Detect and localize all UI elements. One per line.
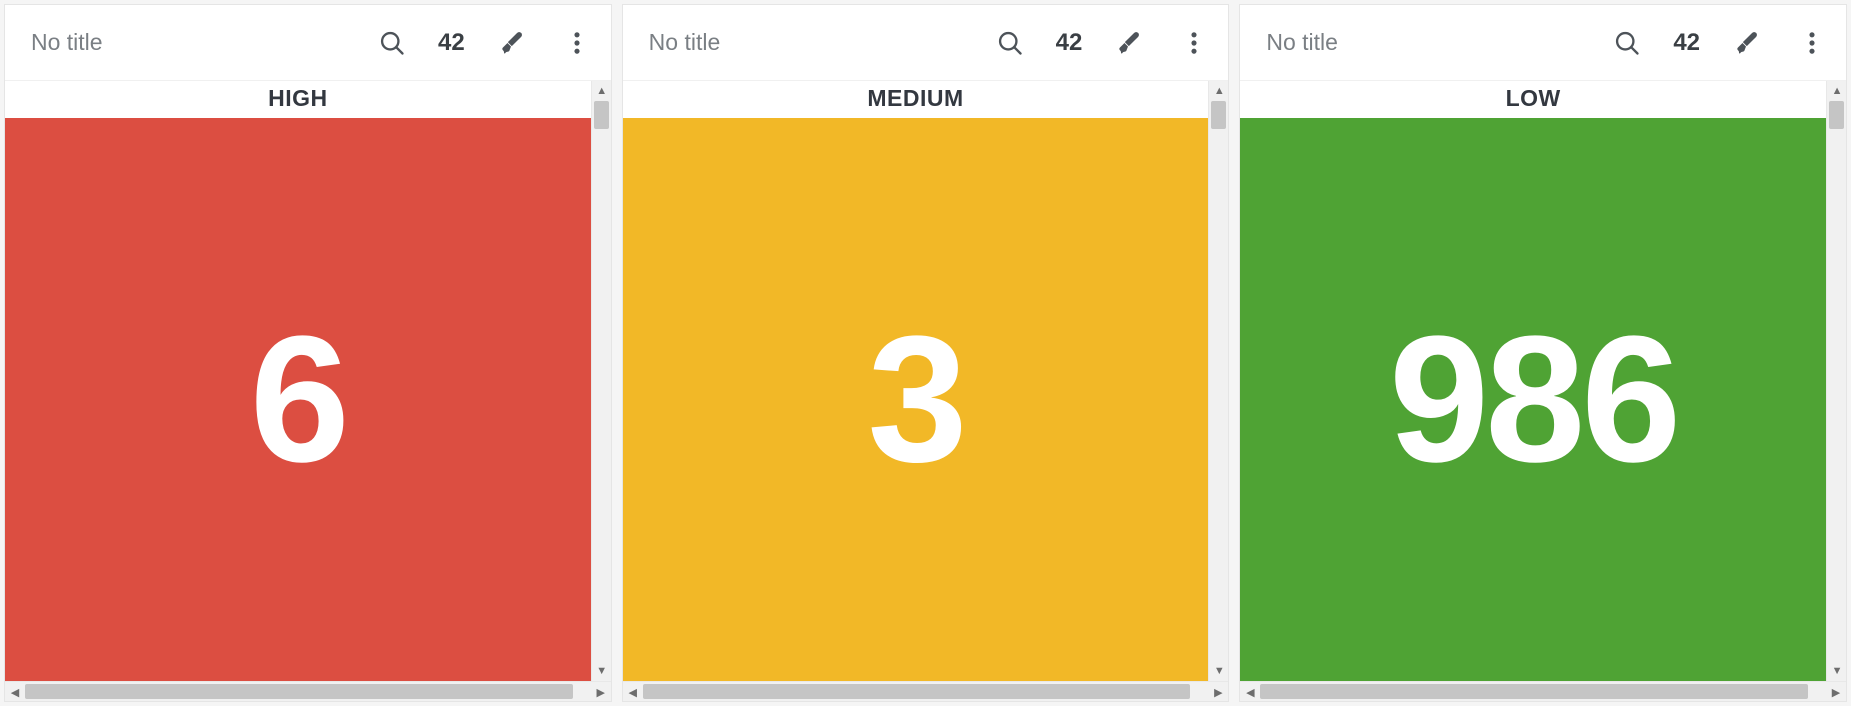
value-tile[interactable]: 986 — [1240, 118, 1826, 681]
value-number: 986 — [1389, 310, 1677, 490]
scroll-right-icon[interactable]: ▶ — [1208, 682, 1228, 702]
scroll-thumb[interactable] — [594, 101, 609, 129]
horizontal-scrollbar[interactable]: ◀▶ — [5, 681, 611, 701]
scroll-thumb[interactable] — [643, 684, 1191, 699]
panel-header: No title 42 — [1240, 5, 1846, 81]
scroll-thumb[interactable] — [1829, 101, 1844, 129]
scroll-right-icon[interactable]: ▶ — [1826, 682, 1846, 702]
severity-label: HIGH — [5, 81, 591, 118]
panel-body: HIGH6▲▼◀▶ — [5, 81, 611, 701]
scroll-track[interactable] — [25, 682, 591, 701]
value-tile[interactable]: 6 — [5, 118, 591, 681]
scroll-up-icon[interactable]: ▲ — [1209, 81, 1229, 101]
panel-body: LOW986▲▼◀▶ — [1240, 81, 1846, 701]
more-vertical-icon[interactable] — [557, 23, 597, 63]
panel-body: MEDIUM3▲▼◀▶ — [623, 81, 1229, 701]
result-count[interactable]: 42 — [1673, 29, 1700, 57]
content-area: MEDIUM 3 — [623, 81, 1209, 681]
scroll-track[interactable] — [1260, 682, 1826, 701]
scroll-left-icon[interactable]: ◀ — [5, 682, 25, 702]
panel-title: No title — [649, 29, 964, 56]
vertical-scrollbar[interactable]: ▲▼ — [1826, 81, 1846, 681]
scroll-left-icon[interactable]: ◀ — [623, 682, 643, 702]
severity-label: LOW — [1240, 81, 1826, 118]
scroll-thumb[interactable] — [25, 684, 573, 699]
scroll-up-icon[interactable]: ▲ — [592, 81, 612, 101]
scroll-down-icon[interactable]: ▼ — [1209, 661, 1229, 681]
vertical-scrollbar[interactable]: ▲▼ — [1208, 81, 1228, 681]
panel-title: No title — [1266, 29, 1581, 56]
scroll-track[interactable] — [1209, 101, 1228, 661]
scroll-track[interactable] — [592, 101, 611, 661]
search-icon[interactable] — [990, 23, 1030, 63]
dashboard-panel: No title42HIGH6▲▼◀▶ — [4, 4, 612, 702]
content-area: HIGH 6 — [5, 81, 591, 681]
value-number: 6 — [250, 310, 346, 490]
scroll-down-icon[interactable]: ▼ — [592, 661, 612, 681]
result-count[interactable]: 42 — [1056, 29, 1083, 57]
value-number: 3 — [867, 310, 963, 490]
panel-header: No title 42 — [623, 5, 1229, 81]
scroll-thumb[interactable] — [1211, 101, 1226, 129]
dashboard-panel: No title42MEDIUM3▲▼◀▶ — [622, 4, 1230, 702]
scroll-track[interactable] — [1827, 101, 1846, 661]
brush-icon[interactable] — [1108, 23, 1148, 63]
horizontal-scrollbar[interactable]: ◀▶ — [1240, 681, 1846, 701]
horizontal-scrollbar[interactable]: ◀▶ — [623, 681, 1229, 701]
scroll-down-icon[interactable]: ▼ — [1827, 661, 1847, 681]
scroll-thumb[interactable] — [1260, 684, 1808, 699]
search-icon[interactable] — [372, 23, 412, 63]
result-count[interactable]: 42 — [438, 29, 465, 57]
panel-header: No title 42 — [5, 5, 611, 81]
dashboard-panel: No title42LOW986▲▼◀▶ — [1239, 4, 1847, 702]
severity-label: MEDIUM — [623, 81, 1209, 118]
search-icon[interactable] — [1607, 23, 1647, 63]
scroll-right-icon[interactable]: ▶ — [591, 682, 611, 702]
brush-icon[interactable] — [491, 23, 531, 63]
scroll-up-icon[interactable]: ▲ — [1827, 81, 1847, 101]
brush-icon[interactable] — [1726, 23, 1766, 63]
panel-title: No title — [31, 29, 346, 56]
scroll-track[interactable] — [643, 682, 1209, 701]
scroll-left-icon[interactable]: ◀ — [1240, 682, 1260, 702]
value-tile[interactable]: 3 — [623, 118, 1209, 681]
more-vertical-icon[interactable] — [1174, 23, 1214, 63]
more-vertical-icon[interactable] — [1792, 23, 1832, 63]
vertical-scrollbar[interactable]: ▲▼ — [591, 81, 611, 681]
content-area: LOW 986 — [1240, 81, 1826, 681]
